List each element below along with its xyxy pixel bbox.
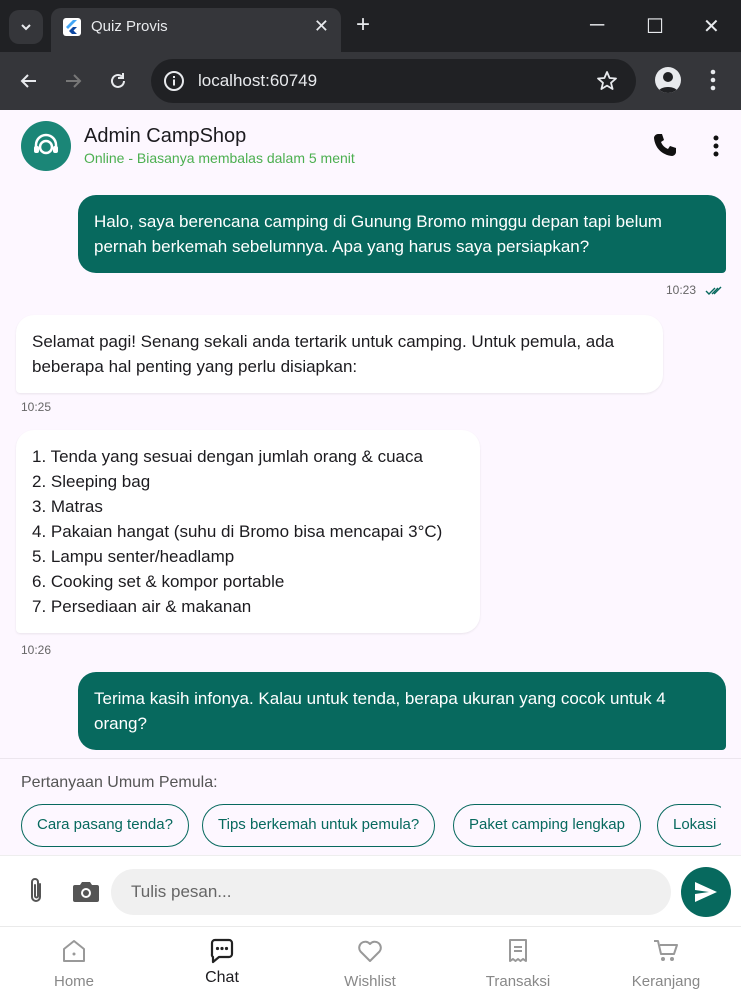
attach-icon[interactable] (24, 876, 48, 906)
camera-icon[interactable] (72, 878, 100, 904)
maximize-button[interactable]: ☐ (646, 14, 664, 39)
chip-tips-berkemah[interactable]: Tips berkemah untuk pemula? (202, 804, 436, 847)
message-bubble-incoming[interactable]: Selamat pagi! Senang sekali anda tertari… (16, 315, 663, 393)
nav-item-keranjang[interactable]: Keranjang (592, 927, 740, 998)
reload-button[interactable] (103, 66, 133, 96)
star-icon[interactable] (596, 70, 618, 92)
phone-icon[interactable] (652, 132, 678, 158)
message-text: Selamat pagi! Senang sekali anda tertari… (32, 332, 615, 376)
forward-button[interactable] (58, 66, 88, 96)
chip-cara-pasang-tenda[interactable]: Cara pasang tenda? (21, 804, 189, 847)
quick-questions: Pertanyaan Umum Pemula: Cara pasang tend… (0, 758, 741, 854)
message-bubble-outgoing[interactable]: Halo, saya berencana camping di Gunung B… (78, 195, 726, 273)
admin-status: Online - Biasanya membalas dalam 5 menit (84, 150, 355, 166)
message-time: 10:23 (666, 283, 723, 297)
back-button[interactable] (14, 66, 44, 96)
message-composer (0, 855, 741, 926)
tab-title: Quiz Provis (91, 18, 168, 35)
receipt-icon (509, 939, 527, 962)
send-button[interactable] (681, 867, 731, 917)
profile-avatar[interactable] (655, 67, 681, 93)
chat-header: Admin CampShop Online - Biasanya membala… (0, 110, 741, 182)
more-options-icon[interactable] (707, 134, 725, 158)
nav-label: Home (53, 973, 94, 990)
nav-label: Chat (205, 969, 239, 986)
nav-item-wishlist[interactable]: Wishlist (296, 927, 444, 998)
reload-icon (111, 73, 125, 88)
minimize-button[interactable]: ─ (590, 14, 604, 37)
browser-tab[interactable]: Quiz Provis ✕ (51, 8, 341, 52)
message-bubble-outgoing[interactable]: Terima kasih infonya. Kalau untuk tenda,… (78, 672, 726, 750)
new-tab-button[interactable]: + (356, 12, 370, 38)
heart-icon (358, 940, 382, 962)
double-check-icon (705, 286, 722, 295)
nav-item-transaksi[interactable]: Transaksi (444, 927, 592, 998)
arrow-right-icon (66, 74, 82, 88)
message-text: Halo, saya berencana camping di Gunung B… (94, 212, 662, 256)
chat-icon (210, 938, 234, 964)
nav-label: Keranjang (631, 973, 701, 990)
browser-menu-icon[interactable] (703, 67, 723, 93)
tab-close-icon[interactable]: ✕ (314, 16, 329, 36)
message-text: 1. Tenda yang sesuai dengan jumlah orang… (32, 447, 443, 616)
chat-app: Admin CampShop Online - Biasanya membala… (0, 110, 741, 998)
quick-questions-title: Pertanyaan Umum Pemula: (21, 774, 218, 791)
nav-item-home[interactable]: Home (0, 927, 148, 998)
browser-tab-bar: Quiz Provis ✕ + ─ ☐ ✕ (0, 0, 741, 52)
message-input[interactable] (111, 869, 671, 915)
nav-item-chat[interactable]: Chat (148, 927, 296, 998)
support-agent-icon (34, 133, 58, 155)
url-text: localhost:60749 (198, 71, 318, 90)
arrow-left-icon (20, 74, 36, 88)
tab-search-button[interactable] (9, 10, 43, 44)
close-window-button[interactable]: ✕ (703, 14, 720, 39)
send-icon (695, 882, 717, 902)
address-bar[interactable]: localhost:60749 (151, 59, 636, 103)
browser-toolbar: localhost:60749 (0, 52, 741, 110)
home-icon (63, 940, 85, 962)
message-timestamp: 10:25 (21, 400, 52, 414)
admin-name: Admin CampShop (84, 125, 247, 147)
chip-paket-camping[interactable]: Paket camping lengkap (453, 804, 641, 847)
info-icon[interactable] (163, 70, 185, 92)
message-timestamp: 10:26 (21, 643, 52, 657)
nav-label: Transaksi (485, 973, 551, 990)
bottom-navigation: Home Chat Wishlist Transaksi Keranjang (0, 926, 741, 998)
admin-avatar[interactable] (21, 121, 71, 171)
chevron-down-icon (21, 24, 31, 31)
person-icon (658, 72, 678, 93)
message-text: Terima kasih infonya. Kalau untuk tenda,… (94, 689, 666, 733)
cart-icon (654, 940, 678, 961)
message-bubble-incoming[interactable]: 1. Tenda yang sesuai dengan jumlah orang… (16, 430, 480, 633)
quick-questions-chips: Cara pasang tenda? Tips berkemah untuk p… (21, 804, 721, 848)
nav-label: Wishlist (344, 973, 396, 990)
flutter-icon (63, 18, 81, 36)
chip-lokasi[interactable]: Lokasi (657, 804, 721, 847)
message-timestamp: 10:23 (666, 283, 697, 297)
